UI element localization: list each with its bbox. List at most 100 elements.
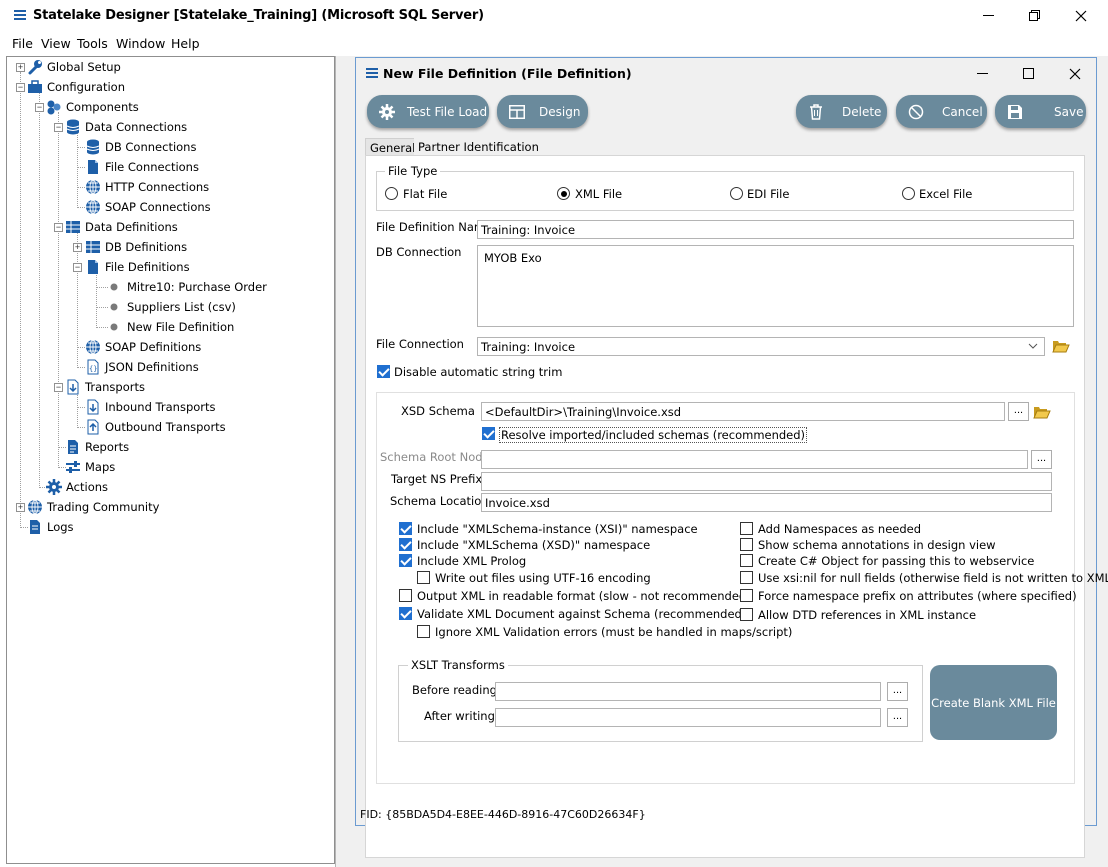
include-xsd-label: Include "XMLSchema (XSD)" namespace xyxy=(417,538,651,552)
tab-partner-identification[interactable]: Partner Identification xyxy=(414,138,543,156)
file-definition-name-input[interactable]: Training: Invoice xyxy=(477,220,1074,239)
before-reading-input[interactable] xyxy=(495,682,881,701)
open-folder-icon[interactable] xyxy=(1033,404,1051,420)
db-connection-list[interactable]: MYOB Exo xyxy=(477,245,1074,327)
add-namespaces-checkbox[interactable] xyxy=(740,522,753,535)
create-csharp-checkbox[interactable] xyxy=(740,554,753,567)
readable-format-checkbox[interactable] xyxy=(399,589,412,602)
delete-button[interactable]: Delete xyxy=(796,95,887,128)
disable-trim-checkbox[interactable] xyxy=(377,365,390,378)
create-blank-xml-button[interactable]: Create Blank XML File xyxy=(930,665,1057,740)
menu-help[interactable]: Help xyxy=(171,36,200,51)
gear-icon xyxy=(46,479,62,495)
show-annotations-checkbox[interactable] xyxy=(740,538,753,551)
schema-location-label: Schema Location xyxy=(390,494,489,508)
close-button[interactable] xyxy=(1058,0,1104,31)
tree-item-new-file-definition[interactable]: New File Definition xyxy=(108,317,234,337)
tree-item-suppliers-list[interactable]: Suppliers List (csv) xyxy=(108,297,236,317)
tree-item-db-connections[interactable]: DB Connections xyxy=(85,137,196,157)
excel-file-radio[interactable] xyxy=(902,187,915,200)
utf16-checkbox[interactable] xyxy=(417,571,430,584)
menu-view[interactable]: View xyxy=(41,36,71,51)
app-menu-icon[interactable] xyxy=(14,10,26,20)
schema-root-node-input[interactable] xyxy=(481,450,1028,469)
flat-file-radio[interactable] xyxy=(385,187,398,200)
tree-item-inbound-transports[interactable]: Inbound Transports xyxy=(85,397,216,417)
include-xsi-checkbox[interactable] xyxy=(399,522,412,535)
tab-general[interactable]: General xyxy=(365,138,421,156)
restore-button[interactable] xyxy=(1012,0,1058,31)
expand-toggle[interactable]: + xyxy=(16,63,25,72)
edi-file-radio[interactable] xyxy=(730,187,743,200)
menu-window[interactable]: Window xyxy=(116,36,165,51)
include-prolog-checkbox[interactable] xyxy=(399,554,412,567)
force-namespace-checkbox[interactable] xyxy=(740,589,753,602)
report-icon xyxy=(68,440,78,454)
cancel-button[interactable]: Cancel xyxy=(896,95,987,128)
child-minimize-button[interactable] xyxy=(960,58,1006,89)
tree-item-json-definitions[interactable]: {} JSON Definitions xyxy=(85,357,199,377)
schema-location-input[interactable]: Invoice.xsd xyxy=(481,493,1052,512)
file-connection-select[interactable]: Training: Invoice xyxy=(477,337,1045,356)
test-file-load-button[interactable]: Test File Load xyxy=(367,95,489,128)
collapse-toggle[interactable]: − xyxy=(54,123,63,132)
open-folder-icon[interactable] xyxy=(1052,338,1070,354)
flat-file-label: Flat File xyxy=(403,187,448,201)
collapse-toggle[interactable]: − xyxy=(54,223,63,232)
after-writing-input[interactable] xyxy=(495,708,881,727)
tree-item-db-definitions[interactable]: DB Definitions xyxy=(85,237,187,257)
xml-file-label: XML File xyxy=(575,187,623,201)
tree-item-trading-community[interactable]: Trading Community xyxy=(27,497,159,517)
tree-item-transports[interactable]: Transports xyxy=(65,377,145,397)
wrench-icon xyxy=(28,60,42,75)
tree-item-data-definitions[interactable]: Data Definitions xyxy=(65,217,178,237)
expand-toggle[interactable]: + xyxy=(73,243,82,252)
tree-item-http-connections[interactable]: HTTP Connections xyxy=(85,177,209,197)
save-button[interactable]: Save xyxy=(995,95,1086,128)
include-xsd-checkbox[interactable] xyxy=(399,538,412,551)
validate-xml-checkbox[interactable] xyxy=(399,607,412,620)
collapse-toggle[interactable]: − xyxy=(54,383,63,392)
globe-icon xyxy=(86,179,100,195)
db-connection-item[interactable]: MYOB Exo xyxy=(484,251,542,265)
tree-item-global-setup[interactable]: Global Setup xyxy=(27,57,121,77)
ignore-validation-checkbox[interactable] xyxy=(417,625,430,638)
child-maximize-button[interactable] xyxy=(1006,58,1052,89)
xsi-nil-checkbox[interactable] xyxy=(740,571,753,584)
browse-root-node-button[interactable]: ... xyxy=(1031,450,1052,469)
xsd-schema-input[interactable]: <DefaultDir>\Training\Invoice.xsd xyxy=(481,402,1005,421)
menu-file[interactable]: File xyxy=(12,36,33,51)
tree-item-actions[interactable]: Actions xyxy=(46,477,108,497)
after-writing-label: After writing xyxy=(424,709,495,723)
tree-item-reports[interactable]: Reports xyxy=(65,437,129,457)
collapse-toggle[interactable]: − xyxy=(35,103,44,112)
menu-tools[interactable]: Tools xyxy=(77,36,108,51)
tree-item-soap-connections[interactable]: SOAP Connections xyxy=(85,197,211,217)
child-close-button[interactable] xyxy=(1052,58,1098,89)
allow-dtd-checkbox[interactable] xyxy=(740,608,753,621)
browse-before-button[interactable]: ... xyxy=(887,682,908,701)
target-ns-prefix-input[interactable] xyxy=(481,472,1052,491)
collapse-toggle[interactable]: − xyxy=(16,83,25,92)
tree-item-file-connections[interactable]: File Connections xyxy=(85,157,199,177)
tree-item-components[interactable]: Components xyxy=(46,97,139,117)
tree-item-data-connections[interactable]: Data Connections xyxy=(65,117,187,137)
browse-after-button[interactable]: ... xyxy=(887,708,908,727)
xslt-transforms-label: XSLT Transforms xyxy=(408,658,508,672)
minimize-button[interactable] xyxy=(966,0,1012,31)
tree-item-logs[interactable]: Logs xyxy=(27,517,74,537)
tree-item-file-definitions[interactable]: File Definitions xyxy=(85,257,190,277)
design-button[interactable]: Design xyxy=(497,95,588,128)
browse-xsd-button[interactable]: ... xyxy=(1008,402,1029,421)
tree-item-soap-definitions[interactable]: SOAP Definitions xyxy=(85,337,201,357)
expand-toggle[interactable]: + xyxy=(16,503,25,512)
tree-item-maps[interactable]: Maps xyxy=(65,457,115,477)
collapse-toggle[interactable]: − xyxy=(73,263,82,272)
xml-file-radio[interactable] xyxy=(557,187,570,200)
tree-item-mitre10-purchase-order[interactable]: Mitre10: Purchase Order xyxy=(108,277,267,297)
transport-icon xyxy=(67,379,79,395)
resolve-schemas-checkbox[interactable] xyxy=(482,427,495,440)
tree-item-configuration[interactable]: Configuration xyxy=(27,77,125,97)
window-menu-icon[interactable] xyxy=(366,68,378,78)
tree-item-outbound-transports[interactable]: Outbound Transports xyxy=(85,417,226,437)
